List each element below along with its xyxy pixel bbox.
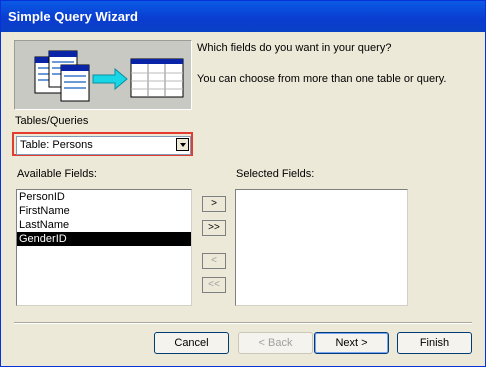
chevron-down-icon[interactable] xyxy=(176,138,189,151)
prompt-hint: You can choose from more than one table … xyxy=(197,73,447,85)
selected-fields-list[interactable] xyxy=(235,189,408,306)
wizard-body: Which fields do you want in your query? … xyxy=(4,32,482,363)
back-button[interactable]: < Back xyxy=(238,332,313,354)
list-item[interactable]: LastName xyxy=(17,218,191,232)
next-button[interactable]: Next > xyxy=(314,332,389,354)
available-fields-list[interactable]: PersonID FirstName LastName GenderID xyxy=(16,189,192,306)
prompt-question: Which fields do you want in your query? xyxy=(197,42,392,54)
finish-button[interactable]: Finish xyxy=(397,332,472,354)
remove-field-button[interactable]: < xyxy=(202,253,226,269)
wizard-illustration xyxy=(14,40,192,110)
list-item[interactable]: GenderID xyxy=(17,232,191,246)
list-item[interactable]: PersonID xyxy=(17,190,191,204)
remove-all-fields-button[interactable]: << xyxy=(202,277,226,293)
list-item[interactable]: FirstName xyxy=(17,204,191,218)
add-field-button[interactable]: > xyxy=(202,196,226,212)
add-all-fields-button[interactable]: >> xyxy=(202,220,226,236)
available-fields-label: Available Fields: xyxy=(17,168,97,180)
tables-queries-label: Tables/Queries xyxy=(15,115,89,127)
divider xyxy=(14,322,472,324)
window-title: Simple Query Wizard xyxy=(8,9,138,24)
tables-queries-dropdown[interactable]: Table: Persons xyxy=(16,136,191,155)
title-bar[interactable]: Simple Query Wizard xyxy=(1,1,485,32)
selected-fields-label: Selected Fields: xyxy=(236,168,315,180)
table-transfer-icon xyxy=(34,50,184,102)
cancel-button[interactable]: Cancel xyxy=(154,332,229,354)
wizard-window: Simple Query Wizard Which fields do you … xyxy=(0,0,486,367)
tables-queries-value: Table: Persons xyxy=(20,139,93,151)
